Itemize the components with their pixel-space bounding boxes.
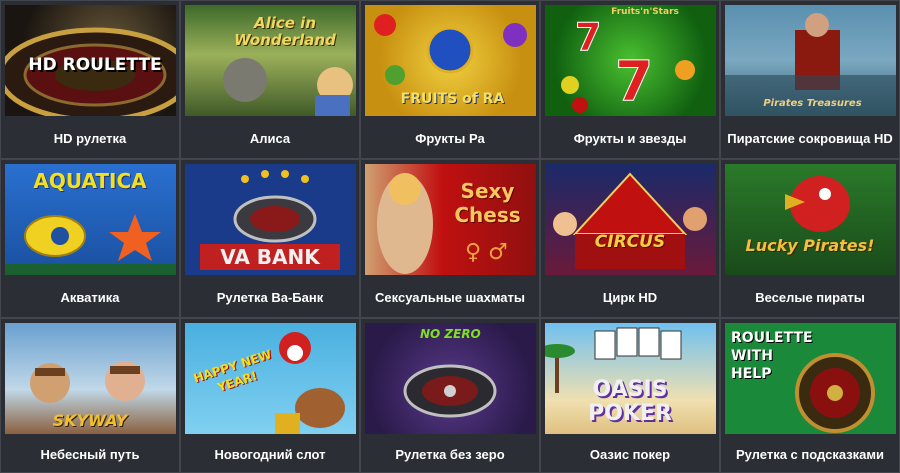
game-title[interactable]: Фрукты Ра (361, 118, 539, 158)
game-thumbnail[interactable]: VA BANK (185, 164, 356, 275)
game-title[interactable]: Цирк HD (541, 277, 719, 317)
game-tile-alice[interactable]: Alice in Wonderland Алиса (180, 0, 360, 159)
game-thumbnail[interactable]: ROULETTE WITH HELP (725, 323, 896, 434)
game-title[interactable]: Оазис покер (541, 434, 719, 472)
game-logo: Sexy Chess (454, 179, 521, 227)
game-title[interactable]: Рулетка без зеро (361, 434, 539, 472)
game-thumbnail[interactable]: HD ROULETTE (5, 5, 176, 116)
game-title[interactable]: Веселые пираты (721, 277, 899, 317)
game-thumbnail[interactable]: CIRCUS (545, 164, 716, 275)
game-title[interactable]: Сексуальные шахматы (361, 277, 539, 317)
game-logo: OASIS POKER (588, 377, 672, 426)
game-thumbnail[interactable]: Alice in Wonderland (185, 5, 356, 116)
game-tile-roulette-with-help[interactable]: ROULETTE WITH HELP Рулетка с подсказками (720, 318, 900, 473)
game-tile-hd-roulette[interactable]: HD ROULETTE HD рулетка (0, 0, 180, 159)
game-thumbnail[interactable]: NO ZERO (365, 323, 536, 434)
game-tile-fruits-of-ra[interactable]: FRUITS of RA Фрукты Ра (360, 0, 540, 159)
game-logo: Pirates Treasures (763, 98, 862, 109)
game-title[interactable]: Новогодний слот (181, 434, 359, 472)
game-tile-aquatica[interactable]: AQUATICA Акватика (0, 159, 180, 318)
svg-text:7: 7 (615, 49, 653, 113)
game-logo: SKYWAY (52, 411, 128, 430)
games-grid: HD ROULETTE HD рулетка Alice in Wonderla… (0, 0, 900, 473)
game-thumbnail[interactable]: HAPPY NEW YEAR! (185, 323, 356, 434)
game-title[interactable]: Рулетка Ва-Банк (181, 277, 359, 317)
game-title[interactable]: HD рулетка (1, 118, 179, 158)
game-title[interactable]: Пиратские сокровища HD (721, 118, 899, 158)
game-logo: FRUITS of RA (400, 91, 505, 107)
game-tile-no-zero[interactable]: NO ZERO Рулетка без зеро (360, 318, 540, 473)
parrot-icon (785, 176, 850, 232)
game-title[interactable]: Фрукты и звезды (541, 118, 719, 158)
circus-tent-icon (553, 172, 707, 269)
svg-text:♀ ♂: ♀ ♂ (465, 240, 508, 265)
game-thumbnail[interactable]: 7 7 Fruits'n'Stars (545, 5, 716, 116)
game-thumbnail[interactable]: AQUATICA (5, 164, 176, 275)
game-title[interactable]: Акватика (1, 277, 179, 317)
game-title[interactable]: Небесный путь (1, 434, 179, 472)
game-tile-circus[interactable]: CIRCUS Цирк HD (540, 159, 720, 318)
game-logo: VA BANK (200, 244, 340, 270)
game-logo: HD ROULETTE (28, 55, 162, 75)
game-logo: AQUATICA (33, 169, 147, 193)
game-title[interactable]: Рулетка с подсказками (721, 434, 899, 472)
game-thumbnail[interactable]: FRUITS of RA (365, 5, 536, 116)
game-tile-pirates-treasures[interactable]: Pirates Treasures Пиратские сокровища HD (720, 0, 900, 159)
svg-text:7: 7 (575, 15, 601, 59)
game-tile-lucky-pirates[interactable]: Lucky Pirates! Веселые пираты (720, 159, 900, 318)
game-logo: ROULETTE WITH HELP (731, 330, 813, 382)
game-tile-fruits-stars[interactable]: 7 7 Fruits'n'Stars Фрукты и звезды (540, 0, 720, 159)
game-logo: CIRCUS (594, 232, 666, 252)
game-tile-new-year[interactable]: HAPPY NEW YEAR! Новогодний слот (180, 318, 360, 473)
game-tile-sexy-chess[interactable]: ♀ ♂ Sexy Chess Сексуальные шахматы (360, 159, 540, 318)
game-thumbnail[interactable]: OASIS POKER (545, 323, 716, 434)
game-logo: Alice in Wonderland (234, 14, 336, 49)
sevens-icon: 7 7 (561, 15, 695, 114)
game-tile-va-bank[interactable]: VA BANK Рулетка Ва-Банк (180, 159, 360, 318)
game-title[interactable]: Алиса (181, 118, 359, 158)
game-tile-skyway[interactable]: SKYWAY Небесный путь (0, 318, 180, 473)
game-thumbnail[interactable]: SKYWAY (5, 323, 176, 434)
game-logo: Lucky Pirates! (745, 236, 875, 255)
game-thumbnail[interactable]: ♀ ♂ Sexy Chess (365, 164, 536, 275)
game-tile-oasis-poker[interactable]: OASIS POKER Оазис покер (540, 318, 720, 473)
game-logo: NO ZERO (420, 327, 481, 341)
game-logo: Fruits'n'Stars (611, 7, 679, 17)
game-thumbnail[interactable]: Pirates Treasures (725, 5, 896, 116)
game-thumbnail[interactable]: Lucky Pirates! (725, 164, 896, 275)
